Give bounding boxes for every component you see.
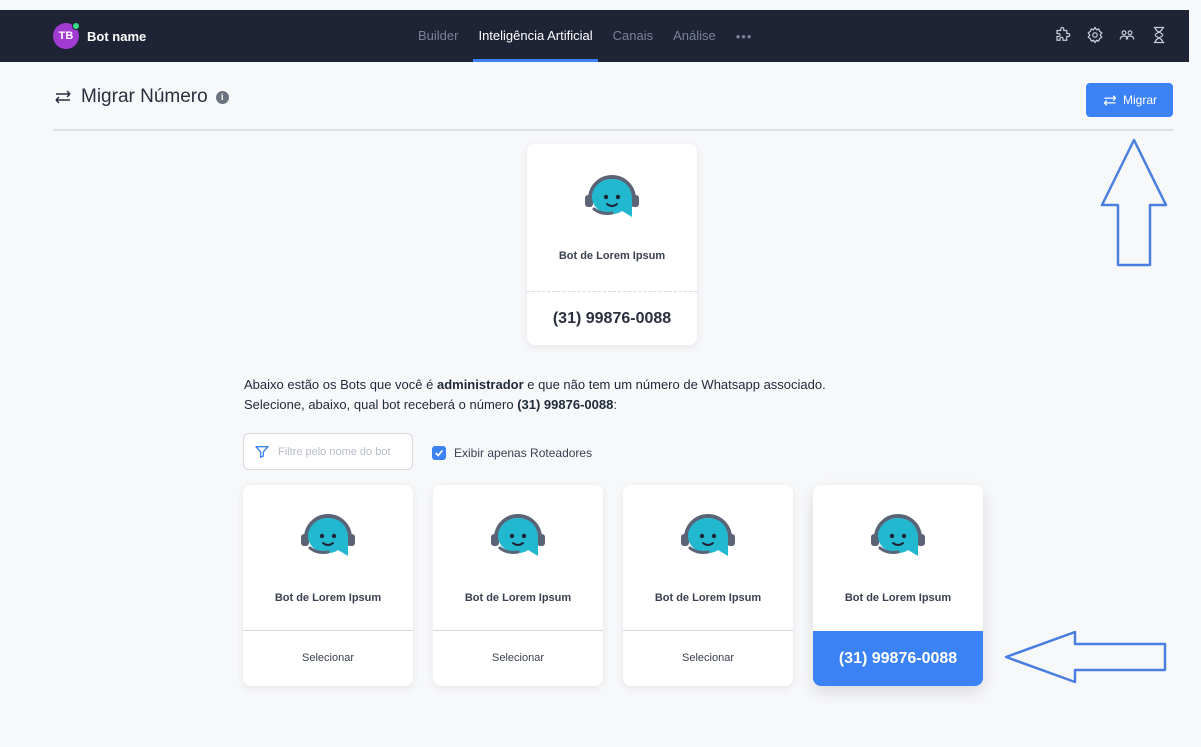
page-title: Migrar Número (81, 86, 208, 107)
up-arrow-annotation (1100, 138, 1168, 267)
source-bot-card: Bot de Lorem Ipsum (31) 99876-0088 (527, 144, 697, 345)
nav-canais[interactable]: Canais (613, 10, 653, 62)
bot-avatar-icon (491, 514, 545, 556)
routers-only-checkbox[interactable] (432, 446, 446, 460)
description-text: Abaixo estão os Bots que você é (244, 377, 437, 392)
bot-card: Bot de Lorem Ipsum Selecionar (433, 485, 603, 686)
description-text: e que não tem um número de Whatsapp asso… (523, 377, 826, 392)
description-line-2: Selecione, abaixo, qual bot receberá o n… (244, 395, 826, 415)
routers-only-label: Exibir apenas Roteadores (454, 446, 593, 460)
description-bold: administrador (436, 377, 524, 392)
bot-filter-input[interactable] (278, 445, 408, 458)
assigned-number-button[interactable]: (31) 99876-0088 (813, 631, 983, 686)
swap-arrows-icon (55, 90, 71, 104)
left-arrow-annotation (1004, 630, 1167, 684)
main-nav: Builder Inteligência Artificial Canais A… (418, 10, 752, 62)
header-divider (53, 129, 1173, 131)
bot-brand[interactable]: TB Bot name (53, 22, 147, 49)
select-bot-button[interactable]: Selecionar (623, 631, 793, 686)
bot-card-selected: Bot de Lorem Ipsum (31) 99876-0088 (813, 485, 983, 686)
migrar-button-label: Migrar (1122, 93, 1157, 107)
description-text: Selecione, abaixo, qual bot receberá o n… (244, 397, 518, 412)
nav-builder[interactable]: Builder (418, 10, 458, 62)
bot-card-name: Bot de Lorem Ipsum (654, 592, 762, 604)
bot-card-name: Bot de Lorem Ipsum (274, 592, 382, 604)
source-bot-number: (31) 99876-0088 (552, 310, 672, 327)
select-bot-button[interactable]: Selecionar (243, 631, 413, 686)
migrar-button[interactable]: Migrar (1086, 83, 1173, 117)
bot-avatar-icon (871, 514, 925, 556)
bot-avatar-icon (681, 514, 735, 556)
select-bot-button[interactable]: Selecionar (433, 631, 603, 686)
check-icon (435, 449, 443, 457)
puzzle-icon[interactable] (1053, 25, 1073, 45)
bot-card-name: Bot de Lorem Ipsum (844, 592, 952, 604)
gear-icon[interactable] (1085, 25, 1105, 45)
users-icon[interactable] (1117, 25, 1137, 45)
bot-card: Bot de Lorem Ipsum Selecionar (243, 485, 413, 686)
avatar: TB (53, 22, 80, 49)
info-icon[interactable]: i (215, 90, 229, 104)
bot-avatar-icon (301, 514, 355, 556)
bot-filter-field[interactable] (243, 433, 413, 470)
routers-only-toggle[interactable]: Exibir apenas Roteadores (432, 446, 592, 460)
nav-more-button[interactable]: ••• (736, 29, 753, 44)
description-text: : (613, 397, 617, 412)
filter-icon (255, 445, 269, 458)
description-line-1: Abaixo estão os Bots que você é administ… (244, 375, 826, 395)
bot-avatar-icon (585, 175, 639, 217)
bot-name: Bot name (87, 28, 147, 44)
description-number: (31) 99876-0088 (517, 397, 614, 412)
nav-inteligencia-artificial[interactable]: Inteligência Artificial (473, 10, 598, 62)
top-navbar: TB Bot name Builder Inteligência Artific… (0, 10, 1189, 62)
avatar-initials: TB (58, 30, 74, 42)
bot-card: Bot de Lorem Ipsum Selecionar (623, 485, 793, 686)
swap-arrows-icon (1103, 94, 1117, 106)
bot-card-name: Bot de Lorem Ipsum (464, 592, 572, 604)
hourglass-icon[interactable] (1149, 25, 1169, 45)
page-header: Migrar Número i (53, 86, 229, 108)
nav-analise[interactable]: Análise (673, 10, 716, 62)
description: Abaixo estão os Bots que você é administ… (244, 375, 826, 415)
top-icons (1041, 25, 1169, 45)
source-bot-name: Bot de Lorem Ipsum (558, 250, 666, 262)
online-status-dot (72, 22, 80, 30)
